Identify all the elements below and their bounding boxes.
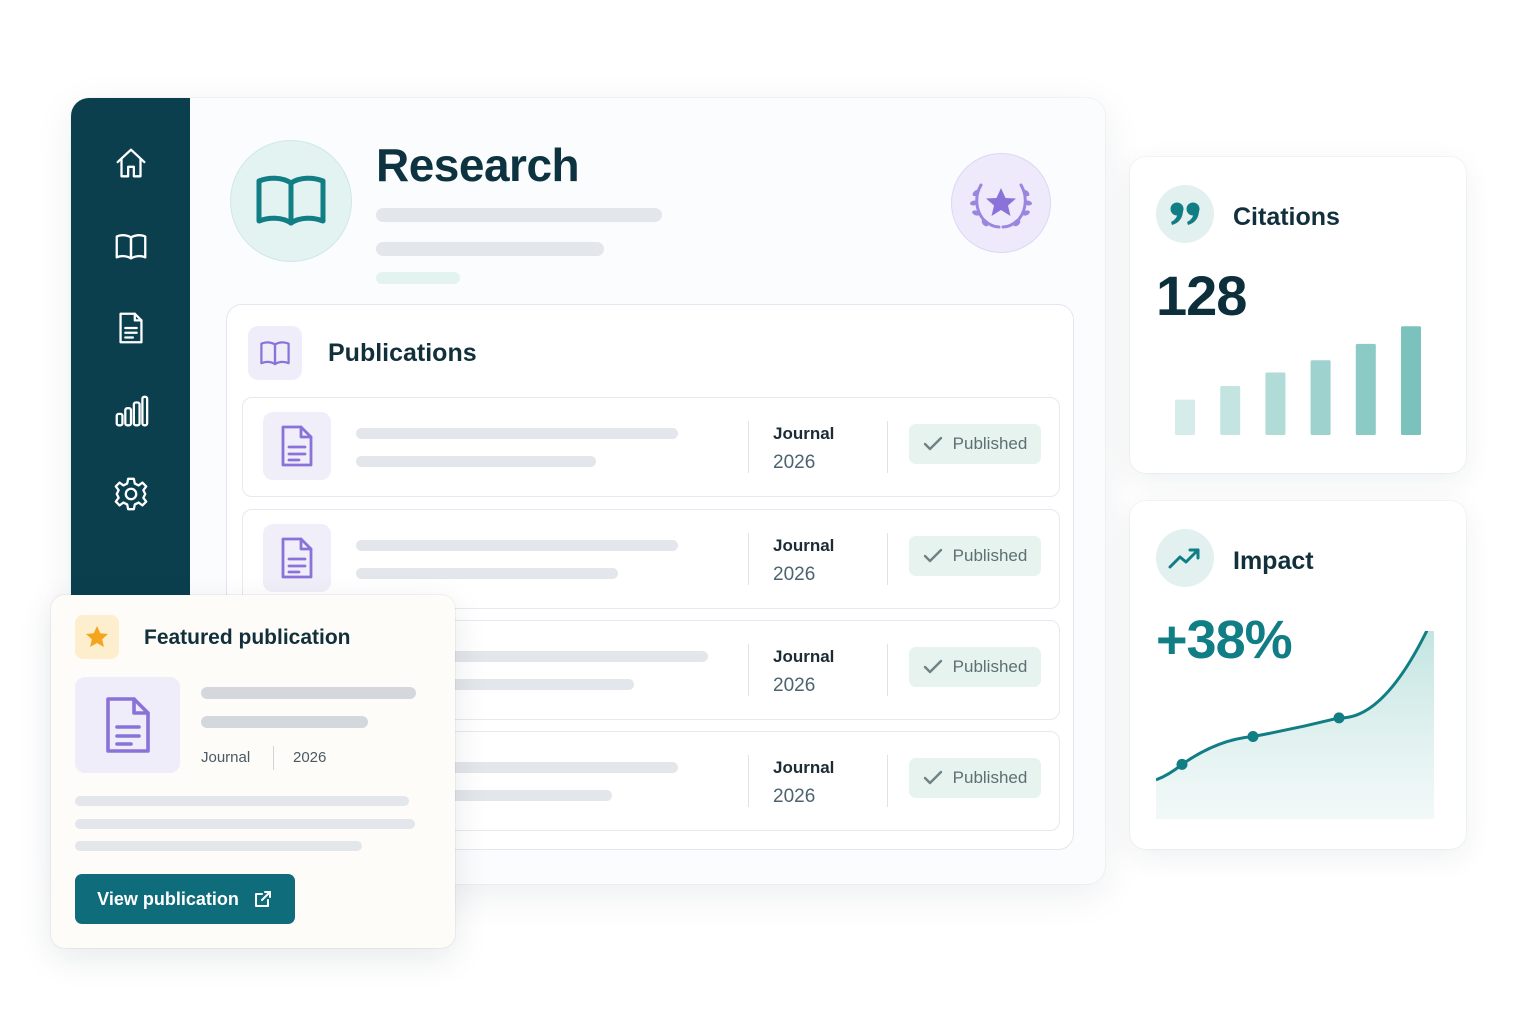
- external-link-icon: [254, 891, 271, 907]
- divider: [273, 746, 274, 770]
- award-badge: [951, 153, 1051, 253]
- sidebar-item-home[interactable]: [105, 137, 157, 189]
- impact-point: [1333, 712, 1345, 724]
- impact-label: Impact: [1233, 547, 1314, 575]
- divider: [748, 421, 749, 473]
- publication-type: Journal: [773, 647, 835, 666]
- author-placeholder: [356, 568, 618, 579]
- status-label: Published: [952, 657, 1028, 676]
- featured-year: 2026: [293, 749, 327, 766]
- publication-year: 2026: [773, 452, 816, 473]
- summary-placeholder: [75, 796, 409, 806]
- home-icon: [116, 148, 146, 178]
- divider: [887, 644, 888, 696]
- impact-point: [1247, 731, 1259, 742]
- trend-up-icon: [1168, 548, 1200, 569]
- document-icon: [105, 697, 150, 753]
- publications-header-icon: [248, 326, 302, 380]
- check-icon: [923, 659, 942, 674]
- research-hero-icon: [230, 140, 352, 262]
- divider: [887, 755, 888, 807]
- gear-icon: [114, 477, 148, 511]
- citations-card: Citations 128: [1130, 157, 1466, 473]
- bar-chart-icon: [115, 395, 149, 427]
- check-icon: [923, 770, 942, 785]
- view-publication-label: View publication: [97, 888, 239, 909]
- sidebar-item-documents[interactable]: [105, 302, 157, 354]
- publications-title: Publications: [328, 339, 477, 367]
- view-publication-button[interactable]: View publication: [75, 874, 295, 924]
- page-title: Research: [376, 139, 580, 191]
- publication-type: Journal: [773, 424, 835, 443]
- featured-title-placeholder: [201, 687, 416, 699]
- citations-bar: [1265, 372, 1286, 435]
- publication-year: 2026: [773, 786, 816, 807]
- featured-star-badge: [75, 615, 119, 659]
- publication-year: 2026: [773, 675, 816, 696]
- book-icon: [115, 234, 147, 260]
- author-placeholder: [356, 456, 596, 467]
- check-icon: [923, 548, 942, 563]
- subtitle-placeholder: [376, 208, 662, 222]
- publication-year: 2026: [773, 564, 816, 585]
- publication-row[interactable]: Journal 2026 Published: [242, 397, 1060, 497]
- status-label: Published: [952, 768, 1028, 787]
- status-badge[interactable]: Published: [909, 536, 1041, 576]
- book-icon: [260, 341, 290, 366]
- laurel-star-icon: [970, 183, 1032, 229]
- publication-type: Journal: [773, 536, 835, 555]
- citations-icon-badge: [1156, 185, 1214, 243]
- citations-bar: [1220, 386, 1241, 435]
- status-badge[interactable]: Published: [909, 647, 1041, 687]
- publication-type: Journal: [773, 758, 835, 777]
- open-book-icon: [256, 175, 326, 226]
- check-icon: [923, 436, 942, 451]
- summary-placeholder: [75, 841, 362, 851]
- citations-bar: [1401, 326, 1421, 435]
- featured-document-thumb: [75, 677, 180, 773]
- title-placeholder: [356, 540, 678, 551]
- publication-row[interactable]: Journal 2026 Published: [242, 509, 1060, 609]
- impact-icon-badge: [1156, 529, 1214, 587]
- citations-bar: [1175, 399, 1195, 435]
- sidebar-item-settings[interactable]: [105, 468, 157, 520]
- impact-point: [1176, 758, 1188, 770]
- status-badge[interactable]: Published: [909, 758, 1041, 798]
- sidebar-item-analytics[interactable]: [105, 386, 157, 438]
- divider: [887, 533, 888, 585]
- document-icon: [119, 312, 143, 344]
- citations-bar: [1355, 343, 1376, 435]
- quote-icon: [1170, 202, 1200, 225]
- featured-publication-card: Featured publication Journal 2026 View p…: [51, 595, 455, 948]
- subtitle-placeholder: [376, 242, 604, 256]
- status-label: Published: [952, 434, 1028, 453]
- publication-icon: [263, 412, 331, 480]
- summary-placeholder: [75, 819, 415, 829]
- divider: [748, 755, 749, 807]
- publication-icon: [263, 524, 331, 592]
- title-placeholder: [356, 428, 678, 439]
- divider: [887, 421, 888, 473]
- impact-area: [1156, 631, 1434, 819]
- sidebar-item-library[interactable]: [105, 220, 157, 272]
- divider: [748, 533, 749, 585]
- featured-type: Journal: [201, 749, 251, 766]
- featured-title-placeholder: [201, 716, 368, 728]
- citations-label: Citations: [1233, 203, 1340, 231]
- divider: [748, 644, 749, 696]
- impact-trend-chart: [1156, 631, 1434, 819]
- impact-card: Impact +38%: [1130, 501, 1466, 849]
- status-label: Published: [952, 546, 1028, 565]
- document-icon: [281, 537, 313, 579]
- citations-bar: [1310, 360, 1331, 435]
- star-icon: [86, 626, 108, 647]
- status-badge[interactable]: Published: [909, 424, 1041, 464]
- citations-bar-chart: [1175, 326, 1421, 435]
- featured-title: Featured publication: [144, 626, 351, 649]
- document-icon: [281, 425, 313, 467]
- tag-placeholder: [376, 272, 460, 284]
